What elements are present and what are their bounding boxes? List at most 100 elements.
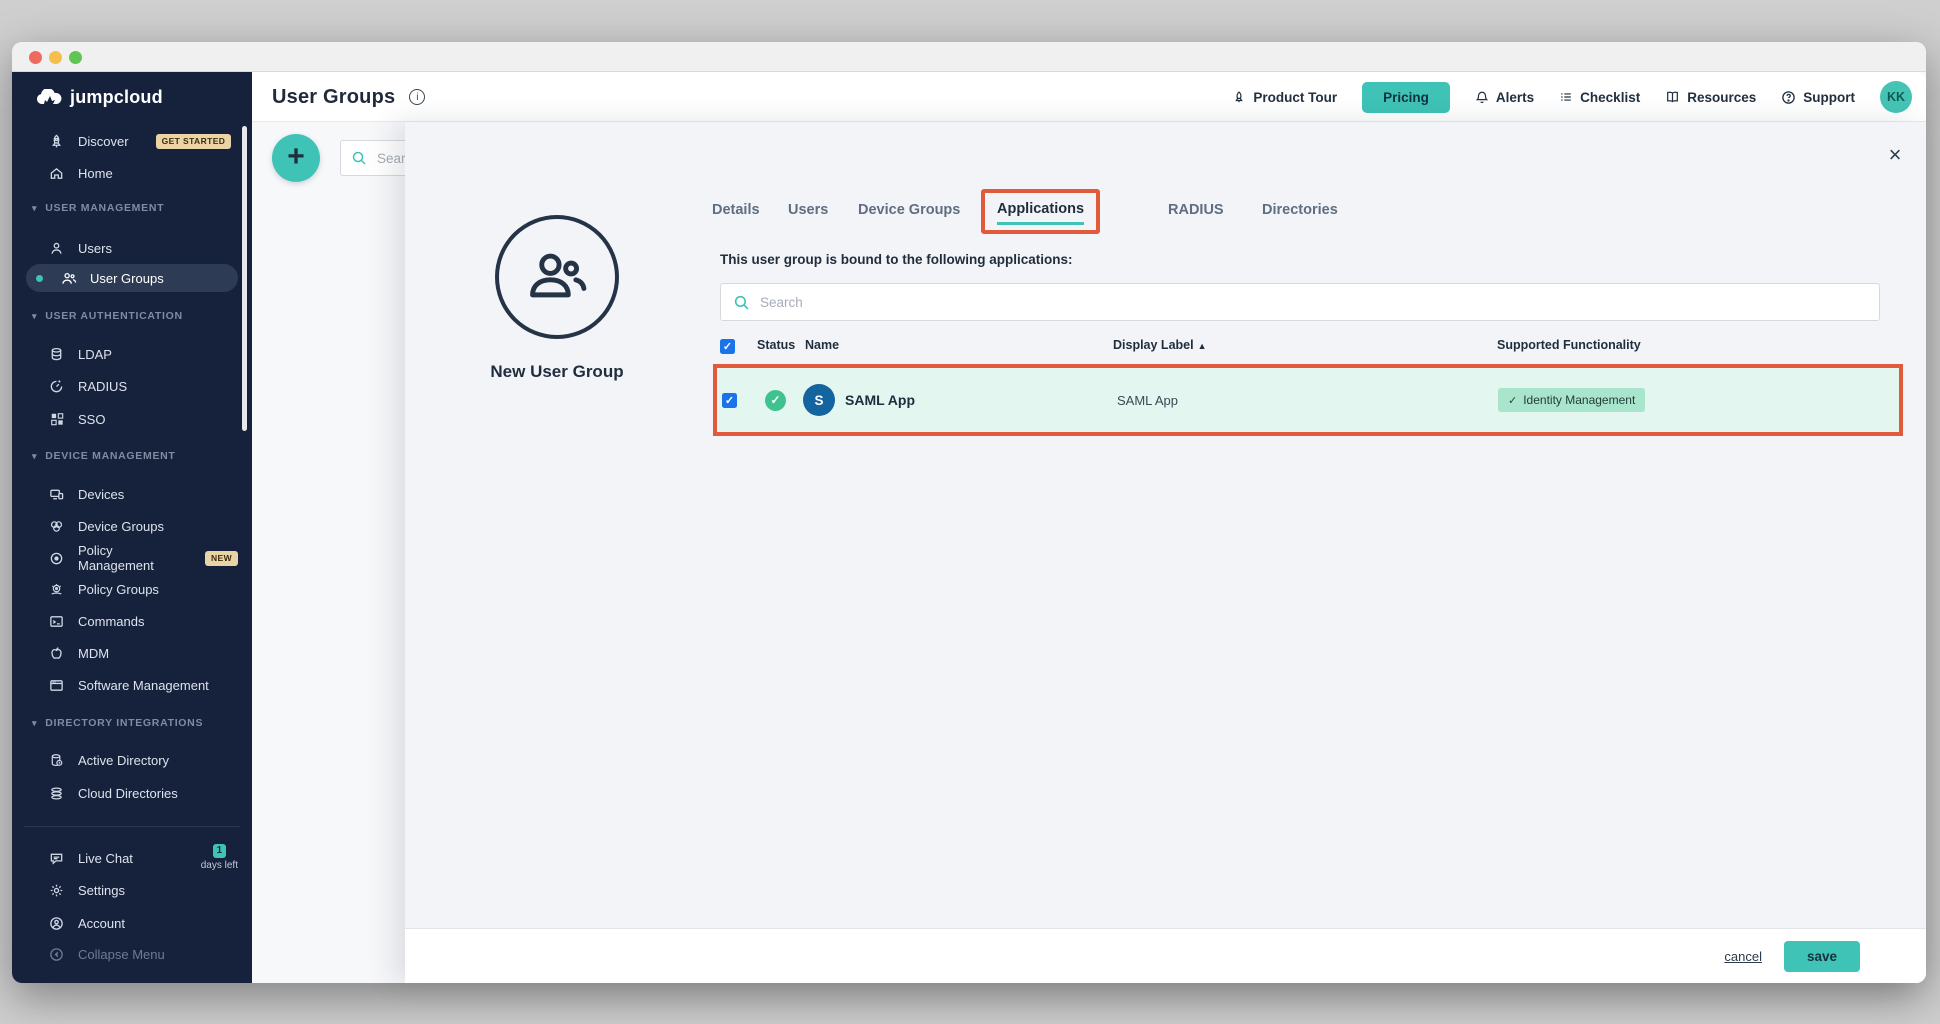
rocket-icon (48, 133, 65, 150)
database-icon (48, 346, 65, 363)
radius-dial-icon (48, 378, 65, 395)
product-tour-button[interactable]: Product Tour (1232, 90, 1337, 105)
row-display-label: SAML App (1117, 368, 1178, 432)
chevron-down-icon: ▾ (32, 203, 37, 214)
sidebar-item-label: Live Chat (78, 851, 133, 866)
sidebar-item-user-groups[interactable]: User Groups (26, 264, 238, 292)
zoom-window-button[interactable] (69, 51, 82, 64)
sidebar-item-discover[interactable]: Discover GET STARTED (26, 127, 238, 155)
sidebar-item-label: Commands (78, 614, 144, 629)
close-icon[interactable]: × (1883, 143, 1907, 167)
section-device-management[interactable]: ▾ DEVICE MANAGEMENT (32, 448, 176, 464)
cancel-button[interactable]: cancel (1724, 949, 1762, 964)
sidebar-item-policy-groups[interactable]: Policy Groups (26, 575, 238, 603)
app-window: jumpcloud Discover GET STARTED Home ▾ US… (12, 42, 1926, 983)
row-functionality-cell: ✓ Identity Management (1498, 368, 1645, 432)
chevron-down-icon: ▾ (32, 451, 37, 462)
sidebar-item-cloud-directories[interactable]: Cloud Directories (26, 779, 238, 807)
sidebar-item-settings[interactable]: Settings (26, 876, 238, 904)
pricing-button[interactable]: Pricing (1362, 82, 1450, 113)
sidebar-item-label: Discover (78, 134, 129, 149)
sidebar-item-collapse-menu[interactable]: Collapse Menu (26, 940, 238, 968)
tab-device-groups[interactable]: Device Groups (858, 202, 960, 218)
close-window-button[interactable] (29, 51, 42, 64)
bell-icon (1475, 90, 1489, 105)
search-placeholder: Search (760, 295, 803, 310)
tab-applications[interactable]: Applications (997, 201, 1084, 225)
app-header: User Groups i Product Tour Pricing Alert… (252, 72, 1926, 122)
select-all-checkbox[interactable]: ✓ (720, 339, 735, 354)
sidebar-item-label: MDM (78, 646, 109, 661)
sidebar-item-label: Device Groups (78, 519, 164, 534)
section-user-authentication[interactable]: ▾ USER AUTHENTICATION (32, 308, 183, 324)
sidebar-item-policy-management[interactable]: Policy Management NEW (26, 544, 238, 572)
sidebar-scrollbar[interactable] (242, 126, 247, 431)
sidebar-item-home[interactable]: Home (26, 159, 238, 187)
tab-radius[interactable]: RADIUS (1168, 202, 1224, 218)
chevron-down-icon: ▾ (32, 718, 37, 729)
alerts-button[interactable]: Alerts (1475, 90, 1534, 105)
tab-directories[interactable]: Directories (1262, 202, 1338, 218)
days-left-count: 1 (213, 844, 226, 858)
sidebar-item-sso[interactable]: SSO (26, 405, 238, 433)
identity-management-badge: ✓ Identity Management (1498, 388, 1645, 412)
target-icon (48, 550, 65, 567)
row-checkbox-cell: ✓ (722, 368, 737, 432)
page-title: User Groups (272, 86, 395, 109)
chevron-down-icon: ▾ (32, 311, 37, 322)
sidebar-item-label: Devices (78, 487, 124, 502)
user-avatar[interactable]: KK (1880, 81, 1912, 113)
grid-icon (48, 411, 65, 428)
sidebar-item-software-management[interactable]: Software Management (26, 671, 238, 699)
column-header-supported-functionality[interactable]: Supported Functionality (1497, 338, 1641, 356)
section-directory-integrations[interactable]: ▾ DIRECTORY INTEGRATIONS (32, 715, 203, 731)
sidebar-item-label: Home (78, 166, 113, 181)
sidebar: jumpcloud Discover GET STARTED Home ▾ US… (12, 72, 252, 983)
tab-details[interactable]: Details (712, 202, 760, 218)
sidebar-item-account[interactable]: Account (26, 909, 238, 937)
section-user-management[interactable]: ▾ USER MANAGEMENT (32, 200, 164, 216)
active-dot (36, 275, 43, 282)
devices-icon (48, 486, 65, 503)
get-started-badge: GET STARTED (156, 134, 232, 149)
info-icon[interactable]: i (409, 89, 425, 105)
applications-search-input[interactable]: Search (720, 283, 1880, 321)
sidebar-item-device-groups[interactable]: Device Groups (26, 512, 238, 540)
row-checkbox[interactable]: ✓ (722, 393, 737, 408)
add-user-group-button[interactable]: + (272, 134, 320, 182)
book-icon (1665, 90, 1680, 104)
collapse-arrow-icon (48, 946, 65, 963)
column-header-status[interactable]: Status (757, 338, 795, 356)
save-button[interactable]: save (1784, 941, 1860, 972)
sidebar-item-users[interactable]: Users (26, 234, 238, 262)
sidebar-item-label: Software Management (78, 678, 209, 693)
cloud-directory-icon (48, 785, 65, 802)
sidebar-item-label: Policy Management (78, 543, 184, 573)
apple-icon (48, 645, 65, 662)
sidebar-item-devices[interactable]: Devices (26, 480, 238, 508)
column-header-name[interactable]: Name (805, 338, 839, 356)
home-icon (48, 165, 65, 182)
tab-users[interactable]: Users (788, 202, 828, 218)
row-app-name[interactable]: SAML App (845, 368, 915, 432)
terminal-icon (48, 613, 65, 630)
chat-icon (48, 850, 65, 867)
sidebar-item-label: RADIUS (78, 379, 127, 394)
row-status-cell: ✓ (765, 368, 786, 432)
gear-icon (48, 882, 65, 899)
sidebar-item-commands[interactable]: Commands (26, 607, 238, 635)
sidebar-item-radius[interactable]: RADIUS (26, 372, 238, 400)
highlight-box-applications-tab: Applications (981, 189, 1100, 234)
column-header-display-label[interactable]: Display Label▲ (1113, 338, 1207, 356)
checklist-button[interactable]: Checklist (1559, 90, 1640, 105)
sidebar-item-active-directory[interactable]: Active Directory (26, 746, 238, 774)
sidebar-item-mdm[interactable]: MDM (26, 639, 238, 667)
sidebar-item-label: LDAP (78, 347, 112, 362)
sidebar-item-live-chat[interactable]: Live Chat 1 days left (26, 844, 238, 872)
sidebar-item-label: Users (78, 241, 112, 256)
days-left-caption: days left (201, 861, 238, 871)
sidebar-item-ldap[interactable]: LDAP (26, 340, 238, 368)
support-button[interactable]: Support (1781, 90, 1855, 105)
minimize-window-button[interactable] (49, 51, 62, 64)
resources-button[interactable]: Resources (1665, 90, 1756, 105)
